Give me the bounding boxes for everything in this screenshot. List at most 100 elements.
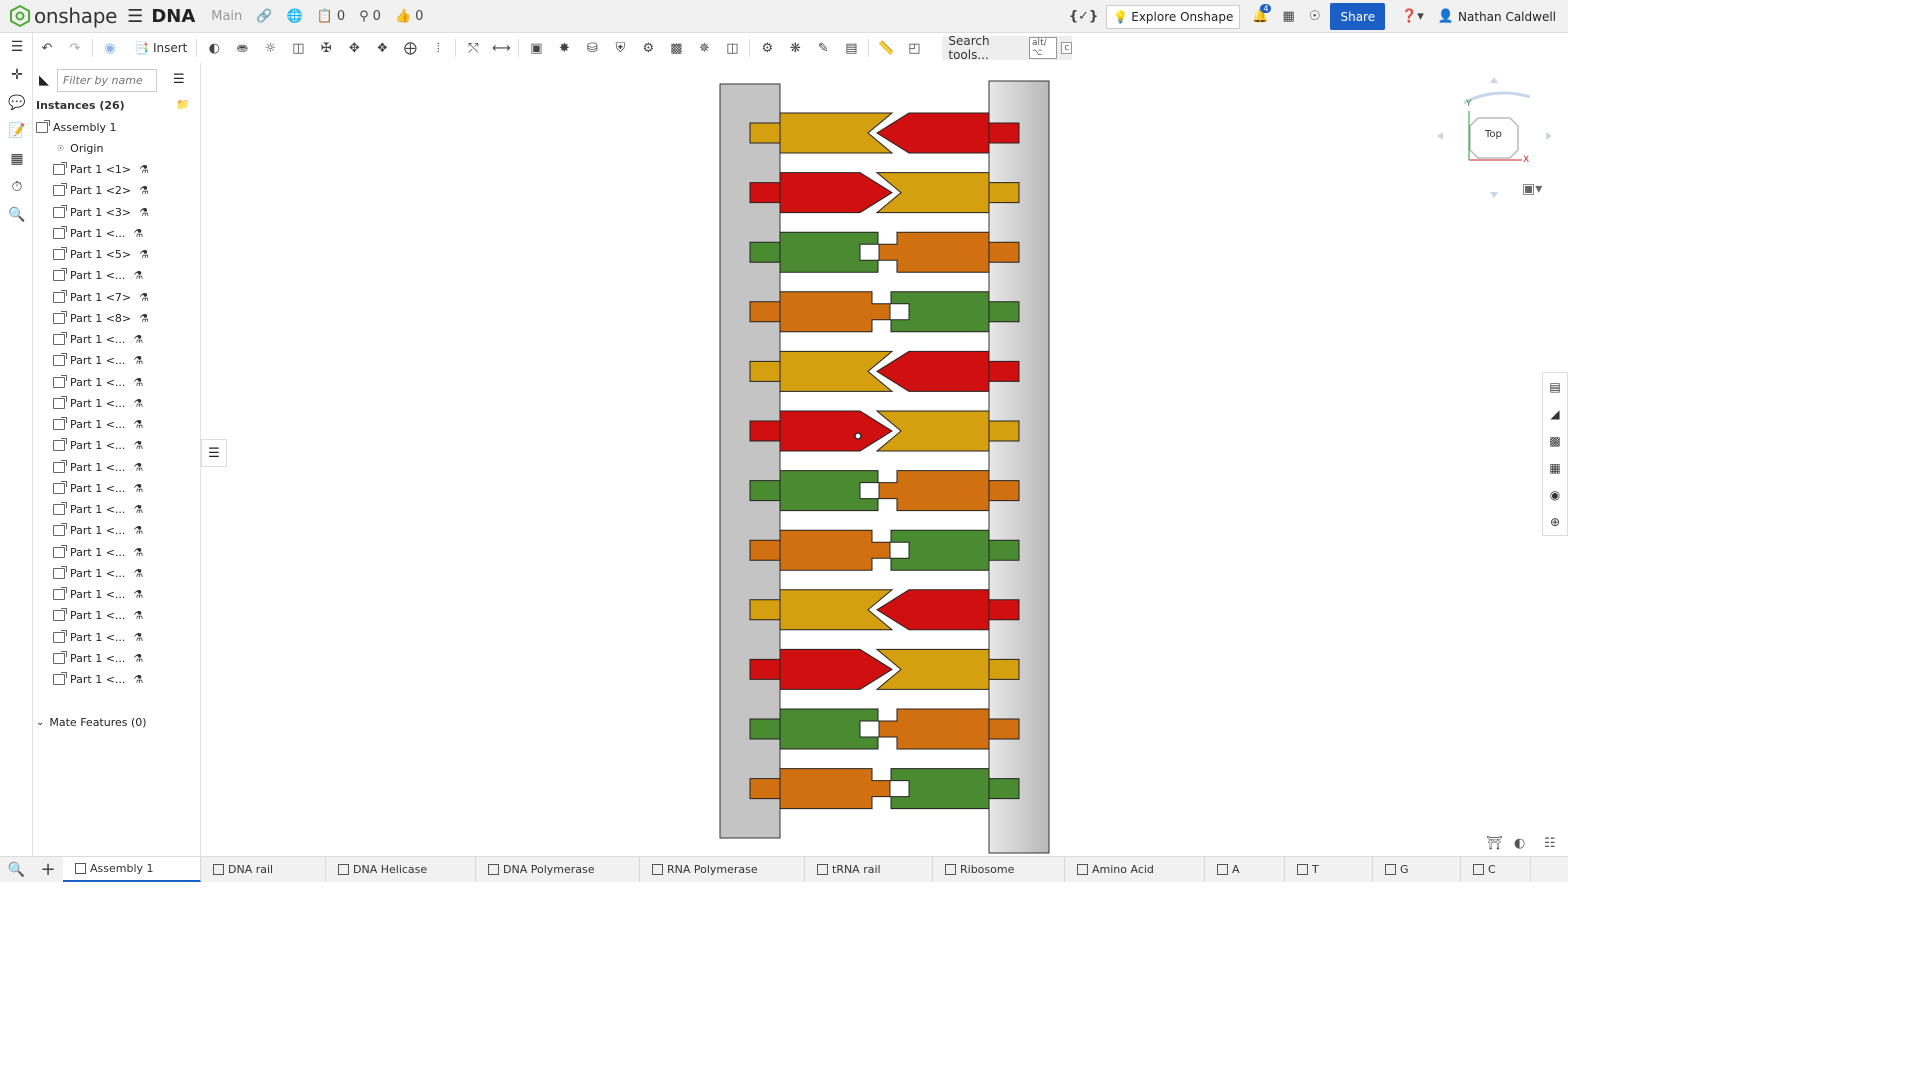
document-count[interactable]: 📋 0	[317, 9, 345, 24]
base-piece-body[interactable]	[875, 648, 990, 690]
user-avatar-icon[interactable]: 👤	[1438, 9, 1454, 24]
document-title[interactable]: DNA	[151, 6, 195, 27]
base-piece-tab[interactable]	[988, 301, 1020, 323]
insert-button[interactable]: 📑 Insert	[128, 41, 193, 55]
tree-part-item[interactable]: Part 1 <... ⚗	[53, 627, 143, 648]
replicate-icon[interactable]: ◐	[200, 35, 228, 61]
tree-part-item[interactable]: Part 1 <... ⚗	[53, 542, 143, 563]
tab-ribosome[interactable]: Ribosome	[933, 857, 1065, 882]
revolute-mate-icon[interactable]: ☼	[256, 35, 284, 61]
base-piece-body[interactable]	[779, 648, 893, 690]
base-piece-body[interactable]	[890, 529, 990, 571]
rotate-up-icon[interactable]	[1490, 77, 1498, 83]
tree-part-item[interactable]: Part 1 <8> ⚗	[53, 308, 149, 329]
tree-mate-features[interactable]: ⌄ Mate Features (0)	[36, 712, 147, 733]
tree-part-item[interactable]: Part 1 <... ⚗	[53, 457, 143, 478]
base-piece-body[interactable]	[779, 529, 891, 571]
new-folder-icon[interactable]: 📁	[176, 98, 190, 111]
base-piece-tab[interactable]	[988, 122, 1020, 144]
graphics-area[interactable]: Top Y X ▣▾ ⛩ ◐ ☷	[202, 63, 1556, 856]
tree-part-item[interactable]: Part 1 <... ⚗	[53, 584, 143, 605]
tree-part-item[interactable]: Part 1 <... ⚗	[53, 435, 143, 456]
link-icon[interactable]: 🔗	[256, 9, 272, 24]
variables-icon[interactable]: {✓}	[1069, 9, 1098, 24]
tab-c[interactable]: C	[1461, 857, 1531, 882]
redo-icon[interactable]: ↷	[61, 35, 89, 61]
tree-part-item[interactable]: Part 1 <... ⚗	[53, 350, 143, 371]
version-count[interactable]: ⚲ 0	[359, 9, 381, 24]
base-piece-tab[interactable]	[749, 539, 781, 561]
rotate-down-icon[interactable]	[1490, 192, 1498, 198]
base-piece-tab[interactable]	[988, 182, 1020, 204]
base-piece-body[interactable]	[875, 410, 990, 452]
history-icon[interactable]: ⏱	[8, 179, 26, 197]
tree-part-item[interactable]: Part 1 <... ⚗	[53, 499, 143, 520]
tree-part-item[interactable]: Part 1 <... ⚗	[53, 393, 143, 414]
tree-part-item[interactable]: Part 1 <... ⚗	[53, 563, 143, 584]
tab-t[interactable]: T	[1285, 857, 1373, 882]
filter-input[interactable]	[57, 69, 157, 92]
render-mode-icon[interactable]: ⛩	[1486, 836, 1503, 851]
circular-pattern-icon[interactable]: ◫	[718, 35, 746, 61]
app-store-icon[interactable]: ▦	[1283, 9, 1295, 24]
base-piece-tab[interactable]	[749, 182, 781, 204]
rack-pinion-icon[interactable]: ⛨	[606, 35, 634, 61]
add-tab-icon[interactable]: +	[33, 857, 63, 882]
ball-mate-icon[interactable]: ⨁	[396, 35, 424, 61]
list-view-icon[interactable]: ☰	[173, 72, 185, 87]
tree-part-item[interactable]: Part 1 <2> ⚗	[53, 180, 149, 201]
rotate-arc-icon[interactable]	[1463, 91, 1531, 105]
configuration-icon[interactable]: ◉	[96, 35, 124, 61]
base-piece-tab[interactable]	[988, 420, 1020, 442]
sequence-icon[interactable]: ✎	[809, 35, 837, 61]
base-piece-body[interactable]	[779, 350, 894, 392]
explore-onshape-button[interactable]: 💡 Explore Onshape	[1106, 4, 1241, 29]
tree-part-item[interactable]: Part 1 <... ⚗	[53, 478, 143, 499]
tree-origin[interactable]: ☉ Origin	[57, 138, 103, 159]
base-piece-tab[interactable]	[988, 360, 1020, 382]
base-piece-body[interactable]	[876, 589, 990, 631]
base-piece-body[interactable]	[779, 410, 893, 452]
tree-part-item[interactable]: Part 1 <... ⚗	[53, 265, 143, 286]
pin-slot-mate-icon[interactable]: ❖	[368, 35, 396, 61]
base-piece-tab[interactable]	[988, 241, 1020, 263]
base-piece-tab[interactable]	[988, 599, 1020, 621]
base-piece-tab[interactable]	[749, 599, 781, 621]
tree-part-item[interactable]: Part 1 <... ⚗	[53, 669, 143, 690]
feature-list-icon[interactable]: ☰	[8, 39, 26, 57]
base-piece-body[interactable]	[878, 708, 990, 750]
section-view-icon[interactable]: ◰	[900, 35, 928, 61]
base-piece-body[interactable]	[779, 470, 879, 512]
base-piece-body[interactable]	[878, 231, 990, 273]
view-options-icon[interactable]: ▣▾	[1522, 181, 1542, 197]
tab-amino-acid[interactable]: Amino Acid	[1065, 857, 1205, 882]
properties-icon[interactable]: ▤	[1543, 373, 1567, 400]
tree-part-item[interactable]: Part 1 <5> ⚗	[53, 244, 149, 265]
measure-icon[interactable]: 📏	[872, 35, 900, 61]
parts-icon[interactable]: ▦	[8, 151, 26, 169]
bom-icon[interactable]: ▩	[1543, 427, 1567, 454]
dna-model[interactable]	[202, 63, 1542, 856]
tree-assembly[interactable]: Assembly 1	[36, 117, 117, 138]
tree-part-item[interactable]: Part 1 <... ⚗	[53, 605, 143, 626]
base-piece-body[interactable]	[890, 291, 990, 333]
tree-part-item[interactable]: Part 1 <... ⚗	[53, 648, 143, 669]
search-tools-field[interactable]: Search tools... alt/⌥ c	[942, 34, 1073, 62]
like-count[interactable]: 👍 0	[395, 9, 423, 24]
base-piece-tab[interactable]	[749, 122, 781, 144]
base-piece-body[interactable]	[779, 231, 879, 273]
notifications-icon[interactable]: 🔔 4	[1252, 4, 1272, 24]
base-piece-body[interactable]	[878, 470, 990, 512]
globe-icon[interactable]: 🌐	[286, 9, 302, 24]
onshape-logo[interactable]: onshape	[10, 4, 117, 28]
learning-center-icon[interactable]: ☉	[1309, 9, 1321, 24]
section-icon[interactable]: ☷	[1544, 836, 1556, 851]
base-piece-tab[interactable]	[749, 301, 781, 323]
planar-mate-icon[interactable]: ✠	[312, 35, 340, 61]
tab-assembly-1[interactable]: Assembly 1	[63, 857, 201, 882]
base-piece-body[interactable]	[875, 172, 990, 214]
group-icon[interactable]: ▣	[522, 35, 550, 61]
tab-trna-rail[interactable]: tRNA rail	[805, 857, 933, 882]
base-piece-body[interactable]	[779, 708, 879, 750]
tree-part-item[interactable]: Part 1 <7> ⚗	[53, 287, 149, 308]
